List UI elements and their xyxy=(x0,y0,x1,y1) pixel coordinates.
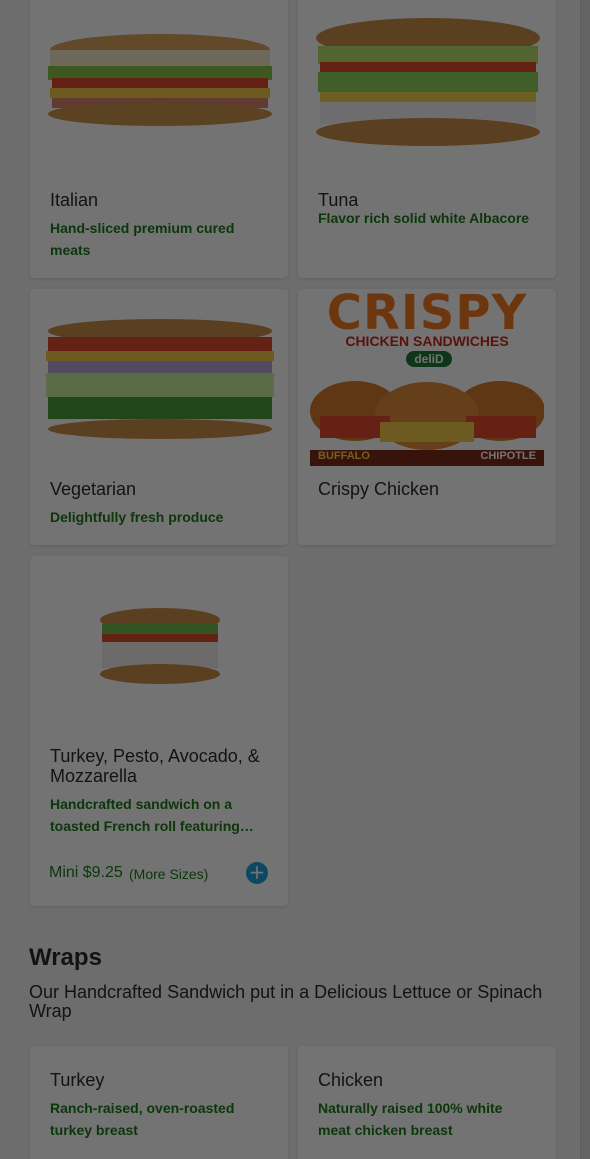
vegetarian-sandwich-image xyxy=(30,289,288,459)
italian-sandwich-image xyxy=(30,10,288,180)
plus-circle-icon: + xyxy=(248,860,266,884)
promo-left-label: BUFFALO xyxy=(318,450,370,462)
price-row: Mini $9.25 (More Sizes) + xyxy=(49,862,268,886)
item-name: Crispy Chicken xyxy=(318,479,440,499)
menu-item-vegetarian[interactable]: Vegetarian Delightfully fresh produce xyxy=(30,289,288,545)
item-name: Turkey, Pesto, Avocado, & Mozzarella xyxy=(50,746,260,786)
tuna-sandwich-image xyxy=(298,10,556,180)
item-name: Chicken xyxy=(318,1070,384,1090)
item-name: Vegetarian xyxy=(50,479,137,499)
add-to-cart-button[interactable]: + xyxy=(246,862,268,884)
section-title: Wraps xyxy=(29,944,102,971)
item-description: Naturally raised 100% white meat chicken… xyxy=(318,1100,503,1138)
more-sizes-link[interactable]: (More Sizes) xyxy=(129,866,208,882)
item-description: Handcrafted sandwich on a toasted French… xyxy=(50,796,254,834)
menu-item-wrap-chicken[interactable]: Chicken Naturally raised 100% white meat… xyxy=(298,1046,556,1159)
promo-right-label: CHIPOTLE xyxy=(480,450,536,462)
menu-item-crispy-chicken[interactable]: CRISPY CHICKEN SANDWICHES deliD BUFFALO … xyxy=(298,289,556,545)
menu-item-italian[interactable]: Italian Hand-sliced premium cured meats xyxy=(30,0,288,278)
item-description: Delightfully fresh produce xyxy=(50,509,224,525)
promo-subhead: CHICKEN SANDWICHES xyxy=(345,333,509,349)
page-scrollbar[interactable] xyxy=(580,0,590,1159)
item-description: Ranch-raised, oven-roasted turkey breast xyxy=(50,1100,235,1138)
item-description: Flavor rich solid white Albacore xyxy=(318,210,530,226)
crispy-chicken-promo-image: CRISPY CHICKEN SANDWICHES deliD BUFFALO … xyxy=(310,289,544,466)
item-name: Italian xyxy=(50,190,99,210)
turkey-pesto-sandwich-image xyxy=(30,556,288,726)
item-price: Mini $9.25 xyxy=(49,864,123,881)
menu-item-turkey-pesto[interactable]: Turkey, Pesto, Avocado, & Mozzarella Han… xyxy=(30,556,288,906)
item-name: Turkey xyxy=(50,1070,105,1090)
brand-logo: deliD xyxy=(406,351,452,367)
menu-item-tuna[interactable]: Tuna Flavor rich solid white Albacore xyxy=(298,0,556,278)
menu-item-wrap-turkey[interactable]: Turkey Ranch-raised, oven-roasted turkey… xyxy=(30,1046,288,1159)
item-description: Hand-sliced premium cured meats xyxy=(50,220,235,258)
section-subtitle: Our Handcrafted Sandwich put in a Delici… xyxy=(29,982,543,1021)
menu-page: Italian Hand-sliced premium cured meats … xyxy=(0,0,580,1159)
